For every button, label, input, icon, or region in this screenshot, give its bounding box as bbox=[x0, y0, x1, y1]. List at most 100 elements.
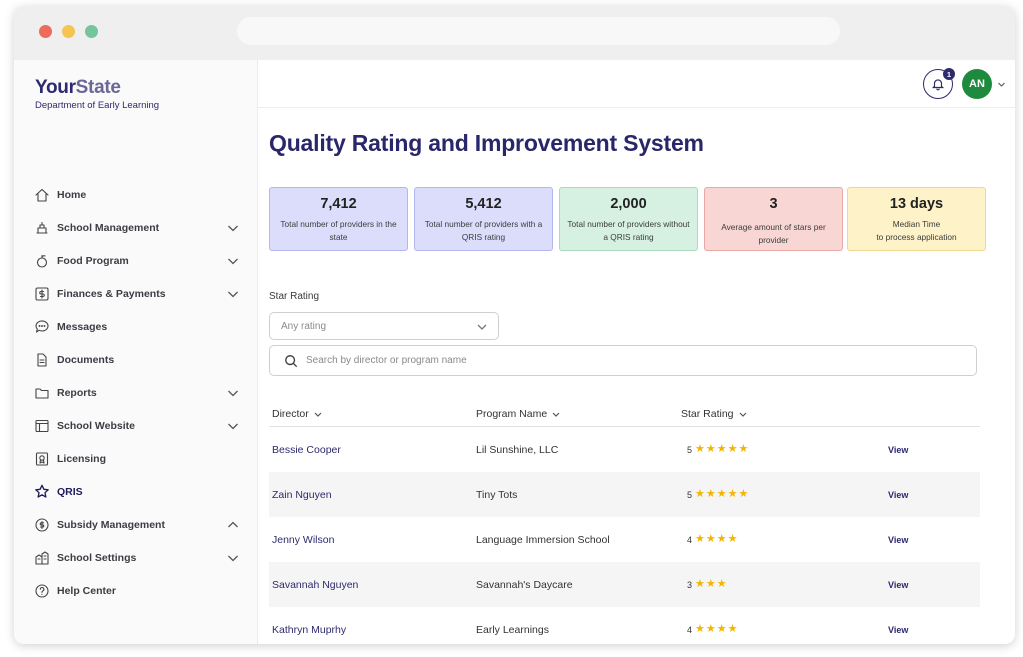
sidebar-item-label: School Website bbox=[57, 419, 135, 432]
brand-name-second: State bbox=[75, 77, 121, 98]
sidebar-item-finances-payments[interactable]: Finances & Payments bbox=[14, 277, 258, 310]
sidebar-item-home[interactable]: Home bbox=[14, 178, 258, 211]
star-rating-value: 4 bbox=[687, 624, 693, 635]
star-rating-select-value: Any rating bbox=[281, 320, 327, 332]
sidebar-item-messages[interactable]: Messages bbox=[14, 310, 258, 343]
school-management-icon bbox=[34, 220, 50, 236]
help-icon bbox=[34, 583, 50, 599]
director-link[interactable]: Savannah Nguyen bbox=[272, 579, 358, 591]
stat-label: Total number of providers in the state bbox=[280, 219, 397, 242]
chevron-down-icon[interactable] bbox=[227, 387, 239, 399]
page-title: Quality Rating and Improvement System bbox=[269, 130, 704, 156]
minimize-window-button[interactable] bbox=[62, 25, 75, 38]
stat-value: 7,412 bbox=[320, 196, 357, 212]
view-button[interactable]: View bbox=[888, 445, 908, 455]
star-rating-value: 5 bbox=[687, 444, 693, 455]
sidebar-item-label: Messages bbox=[57, 320, 108, 333]
view-button[interactable]: View bbox=[888, 580, 908, 590]
star-icon: ★ bbox=[716, 488, 727, 500]
sidebar-item-school-website[interactable]: School Website bbox=[14, 409, 258, 442]
stat-value: 5,412 bbox=[465, 196, 502, 212]
director-link[interactable]: Jenny Wilson bbox=[272, 534, 334, 546]
chevron-down-icon[interactable] bbox=[227, 255, 239, 267]
chevron-down-icon bbox=[314, 412, 322, 417]
brand-logo[interactable]: YourState Department of Early Learning bbox=[35, 77, 159, 111]
star-icon: ★ bbox=[705, 533, 716, 545]
food-icon bbox=[34, 253, 50, 269]
view-button[interactable]: View bbox=[888, 535, 908, 545]
program-name: Language Immersion School bbox=[476, 534, 610, 546]
sidebar-item-subsidy-management[interactable]: Subsidy Management bbox=[14, 508, 258, 541]
sidebar-item-school-settings[interactable]: School Settings bbox=[14, 541, 258, 574]
sidebar-item-licensing[interactable]: Licensing bbox=[14, 442, 258, 475]
sidebar-item-label: Food Program bbox=[57, 254, 129, 267]
address-bar[interactable] bbox=[237, 17, 840, 45]
chevron-down-icon bbox=[552, 412, 560, 417]
view-button[interactable]: View bbox=[888, 625, 908, 635]
star-rating-select[interactable]: Any rating bbox=[269, 312, 499, 340]
star-icon: ★ bbox=[738, 488, 749, 500]
star-icon bbox=[34, 484, 50, 500]
stat-label: Total number of providers without a QRIS… bbox=[567, 219, 690, 242]
star-icon: ★ bbox=[705, 443, 716, 455]
search-placeholder: Search by director or program name bbox=[306, 355, 467, 366]
stat-label-line1: Median Time bbox=[892, 219, 941, 229]
stat-value: 2,000 bbox=[610, 196, 647, 212]
settings-icon bbox=[34, 550, 50, 566]
star-icon: ★ bbox=[716, 533, 727, 545]
sidebar-item-label: Documents bbox=[57, 353, 115, 366]
stat-card-total-providers: 7,412 Total number of providers in the s… bbox=[269, 187, 408, 251]
notifications-button[interactable]: 1 bbox=[923, 68, 955, 99]
notification-badge: 1 bbox=[943, 68, 955, 80]
chevron-down-icon[interactable] bbox=[227, 222, 239, 234]
chevron-up-icon[interactable] bbox=[227, 519, 239, 531]
sidebar-item-food-program[interactable]: Food Program bbox=[14, 244, 258, 277]
sidebar-item-label: Subsidy Management bbox=[57, 518, 165, 531]
column-header-program-name[interactable]: Program Name bbox=[476, 408, 560, 420]
sidebar-item-label: School Settings bbox=[57, 551, 137, 564]
table-row: Bessie Cooper Lil Sunshine, LLC 5 ★ ★ ★ ★ ★ View bbox=[269, 427, 980, 472]
director-link[interactable]: Kathryn Muprhy bbox=[272, 624, 346, 636]
view-button[interactable]: View bbox=[888, 490, 908, 500]
providers-table: Director Program Name Star Rating Bessie… bbox=[269, 399, 980, 652]
stat-label-line2: to process application bbox=[876, 232, 957, 242]
chevron-down-icon[interactable] bbox=[227, 552, 239, 564]
sidebar-item-help-center[interactable]: Help Center bbox=[14, 574, 258, 607]
director-link[interactable]: Zain Nguyen bbox=[272, 489, 332, 501]
table-row: Savannah Nguyen Savannah's Daycare 3 ★ ★ ★ Vie… bbox=[269, 562, 980, 607]
star-icon: ★ bbox=[705, 623, 716, 635]
browser-titlebar bbox=[14, 6, 1015, 60]
column-header-star-rating[interactable]: Star Rating bbox=[681, 408, 747, 420]
stat-card-average-stars: 3 Average amount of stars per provider bbox=[704, 187, 843, 251]
maximize-window-button[interactable] bbox=[85, 25, 98, 38]
star-icon: ★ bbox=[695, 533, 705, 545]
star-icon: ★ bbox=[695, 578, 705, 590]
star-rating: 4 ★ ★ ★ ★ bbox=[687, 624, 739, 635]
star-rating-value: 3 bbox=[687, 579, 693, 590]
sidebar-item-label: Reports bbox=[57, 386, 97, 399]
director-link[interactable]: Bessie Cooper bbox=[272, 444, 341, 456]
sidebar-item-documents[interactable]: Documents bbox=[14, 343, 258, 376]
chevron-down-icon[interactable] bbox=[997, 80, 1006, 89]
star-icon: ★ bbox=[727, 443, 738, 455]
star-icon: ★ bbox=[705, 578, 716, 590]
column-header-label: Star Rating bbox=[681, 408, 734, 420]
chevron-down-icon[interactable] bbox=[227, 420, 239, 432]
star-rating-filter-label: Star Rating bbox=[269, 291, 320, 302]
column-header-director[interactable]: Director bbox=[272, 408, 322, 420]
sidebar-item-label: Help Center bbox=[57, 584, 116, 597]
close-window-button[interactable] bbox=[39, 25, 52, 38]
licensing-icon bbox=[34, 451, 50, 467]
search-icon bbox=[285, 355, 298, 368]
column-header-label: Program Name bbox=[476, 408, 548, 420]
sidebar-item-label: School Management bbox=[57, 221, 160, 234]
search-input[interactable]: Search by director or program name bbox=[269, 345, 977, 376]
column-header-label: Director bbox=[272, 408, 309, 420]
sidebar-item-school-management[interactable]: School Management bbox=[14, 211, 258, 244]
chevron-down-icon[interactable] bbox=[227, 288, 239, 300]
sidebar-item-qris[interactable]: QRIS bbox=[14, 475, 258, 508]
table-body: Bessie Cooper Lil Sunshine, LLC 5 ★ ★ ★ ★ ★ View… bbox=[269, 427, 980, 652]
chevron-down-icon bbox=[739, 412, 746, 417]
sidebar-item-reports[interactable]: Reports bbox=[14, 376, 258, 409]
avatar[interactable]: AN bbox=[962, 69, 992, 99]
